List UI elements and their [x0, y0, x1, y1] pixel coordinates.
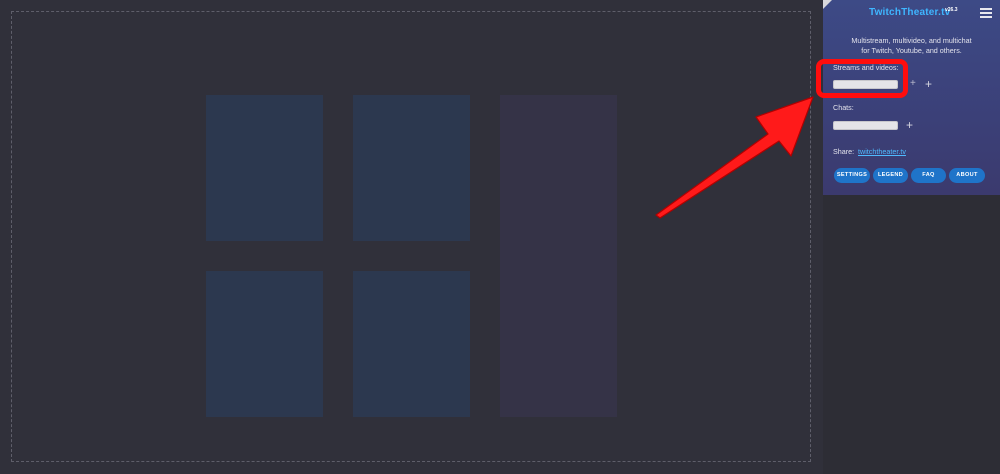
chats-add-icon[interactable]: + — [906, 119, 913, 131]
legend-button[interactable]: LEGEND — [873, 168, 908, 183]
app-title: TwitchTheater.tv — [869, 7, 951, 18]
faq-button[interactable]: FAQ — [911, 168, 946, 183]
share-link[interactable]: twitchtheater.tv — [858, 147, 906, 156]
stream-tile-4 — [353, 271, 470, 417]
stream-tile-3 — [206, 271, 323, 417]
app-version: v26.3 — [945, 7, 958, 13]
hamburger-menu-icon[interactable] — [980, 8, 992, 18]
chats-input[interactable] — [833, 121, 898, 130]
settings-button[interactable]: SETTINGS — [834, 168, 870, 183]
app-tagline: Multistream, multivideo, and multichat f… — [823, 36, 1000, 55]
tagline-line-2: for Twitch, Youtube, and others. — [861, 45, 962, 55]
panel-corner-fold-icon[interactable] — [823, 0, 832, 9]
stream-tile-1 — [206, 95, 323, 241]
tagline-line-1: Multistream, multivideo, and multichat — [851, 36, 972, 45]
highlight-box — [816, 59, 908, 98]
chat-tile — [500, 95, 617, 417]
streams-add-more-icon[interactable]: + — [925, 78, 932, 90]
stream-tile-2 — [353, 95, 470, 241]
share-label: Share: — [833, 147, 855, 156]
theater-stage — [0, 0, 823, 474]
panel-background — [823, 195, 1000, 474]
streams-add-icon[interactable]: + — [910, 78, 916, 90]
about-button[interactable]: ABOUT — [949, 168, 985, 183]
chats-label: Chats: — [833, 103, 854, 112]
